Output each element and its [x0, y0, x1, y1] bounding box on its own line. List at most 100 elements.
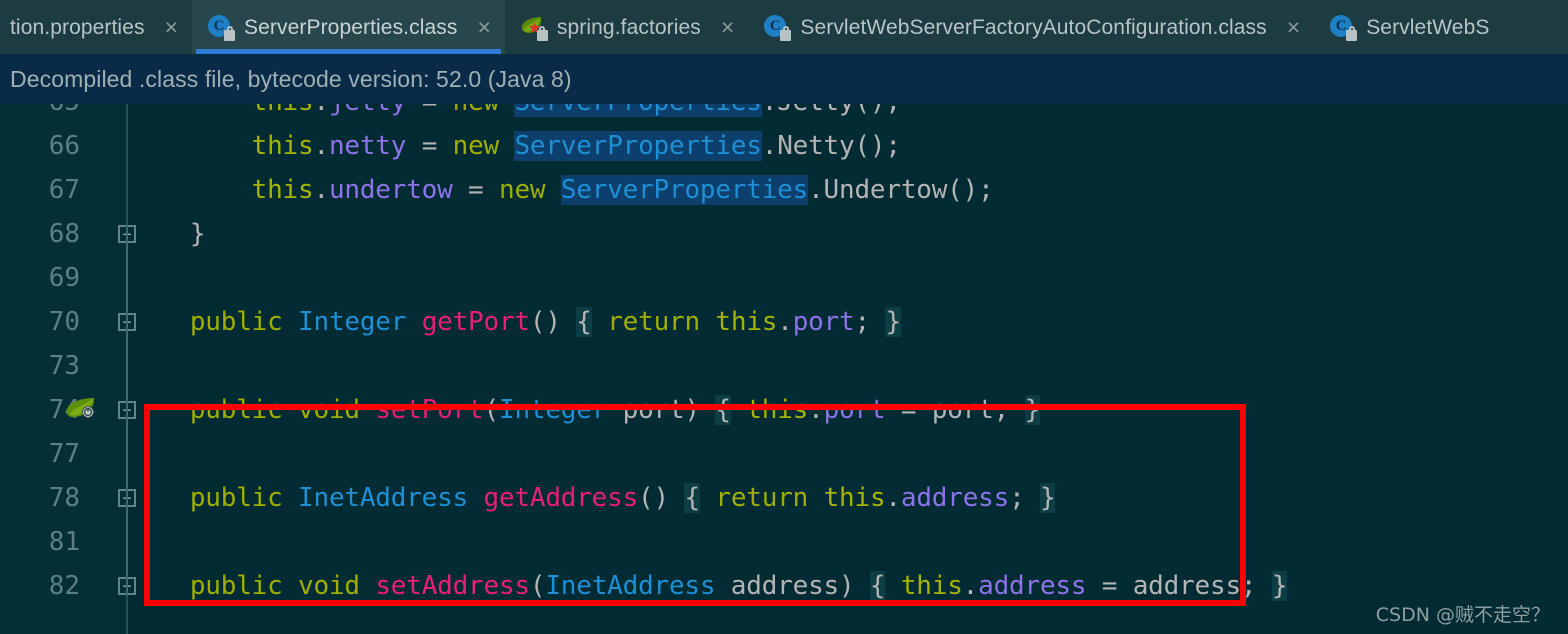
java-class-locked-icon: C — [764, 14, 792, 41]
code-token: public — [189, 395, 283, 425]
java-class-locked-icon: C — [1330, 14, 1358, 41]
code-token: getPort — [421, 307, 530, 337]
line-number: 81 — [48, 527, 80, 557]
close-icon[interactable]: × — [165, 15, 178, 39]
code-text-area[interactable]: this.jetty = new ServerProperties.Jetty(… — [128, 104, 1568, 634]
code-token: . — [885, 483, 901, 513]
code-editor[interactable]: 65666768−6970+7374+7778+8182+ this.jetty… — [0, 104, 1568, 634]
code-token: this — [251, 131, 314, 161]
code-token: () — [638, 483, 669, 513]
tab-servletwebserverfactoryautoconfiguration-class[interactable]: C ServletWebServerFactoryAutoConfigurati… — [748, 0, 1315, 54]
tab-label: spring.factories — [556, 15, 701, 39]
code-token: .Netty(); — [761, 131, 901, 161]
code-token: = — [900, 395, 917, 425]
code-token: . — [313, 175, 329, 205]
code-token: this — [251, 175, 314, 205]
code-line: } — [128, 212, 206, 256]
tab-properties-file[interactable]: tion.properties × — [0, 0, 193, 54]
code-token: this — [823, 483, 886, 513]
decompiled-notification-bar: Decompiled .class file, bytecode version… — [0, 54, 1568, 104]
code-token: jetty — [329, 104, 406, 117]
code-token: .Jetty(); — [762, 104, 901, 117]
code-line: public InetAddress getAddress() { return… — [128, 476, 1056, 520]
code-token: this — [715, 307, 778, 337]
code-token: port; — [916, 395, 1010, 425]
code-token: netty — [328, 131, 407, 161]
close-icon[interactable]: × — [477, 15, 490, 39]
code-token: new — [498, 175, 546, 205]
close-icon[interactable]: × — [1287, 15, 1300, 39]
code-token: = — [421, 131, 438, 161]
code-line: this.jetty = new ServerProperties.Jetty(… — [128, 104, 901, 124]
code-token: } — [128, 219, 206, 249]
code-token: } — [1271, 571, 1288, 601]
spring-bean-gutter-icon[interactable] — [64, 396, 98, 426]
code-token: address; — [1117, 571, 1257, 601]
spring-factories-locked-icon — [521, 14, 548, 41]
code-token: = — [468, 175, 484, 205]
code-line: public Integer getPort() { return this.p… — [128, 300, 901, 344]
tab-serverproperties-class[interactable]: C ServerProperties.class × — [192, 0, 505, 54]
tab-spring-factories[interactable]: spring.factories × — [504, 0, 749, 54]
code-token: { — [684, 483, 700, 513]
watermark: CSDN @贼不走空？ — [1375, 604, 1550, 626]
code-token: . — [962, 571, 979, 601]
code-token: this — [900, 571, 963, 601]
code-line: this.netty = new ServerProperties.Netty(… — [128, 124, 901, 168]
code-token: ServerProperties — [514, 104, 762, 117]
line-number: 69 — [48, 263, 80, 293]
code-token: . — [313, 131, 329, 161]
code-token: this — [746, 395, 809, 425]
code-token: ( — [483, 395, 500, 425]
code-token: .Undertow(); — [808, 175, 994, 205]
tab-label: ServletWebServerFactoryAutoConfiguration… — [800, 15, 1267, 39]
tab-label: ServletWebS — [1366, 15, 1490, 39]
code-token: void — [298, 395, 360, 425]
editor-tab-bar: tion.properties × C ServerProperties.cla… — [0, 0, 1568, 54]
notification-text: Decompiled .class file, bytecode version… — [10, 65, 572, 92]
tab-servletwebs-class[interactable]: C ServletWebS — [1314, 0, 1504, 54]
code-token: InetAddress — [545, 571, 716, 601]
code-token: InetAddress — [298, 483, 469, 513]
code-token: ( — [529, 571, 546, 601]
line-number: 67 — [48, 175, 80, 205]
line-number: 66 — [48, 131, 80, 161]
code-token: { — [869, 571, 886, 601]
code-token: this — [252, 104, 314, 117]
code-token: . — [777, 307, 793, 337]
code-token: address — [900, 483, 1010, 513]
code-line: public void setPort(Integer port) { this… — [128, 388, 1040, 432]
close-icon[interactable]: × — [721, 15, 734, 39]
code-token: public — [189, 483, 283, 513]
code-token: . — [313, 104, 329, 117]
code-token: } — [885, 307, 901, 337]
code-token: return — [607, 307, 700, 337]
line-number: 78 — [48, 483, 80, 513]
line-number: 82 — [48, 571, 80, 601]
